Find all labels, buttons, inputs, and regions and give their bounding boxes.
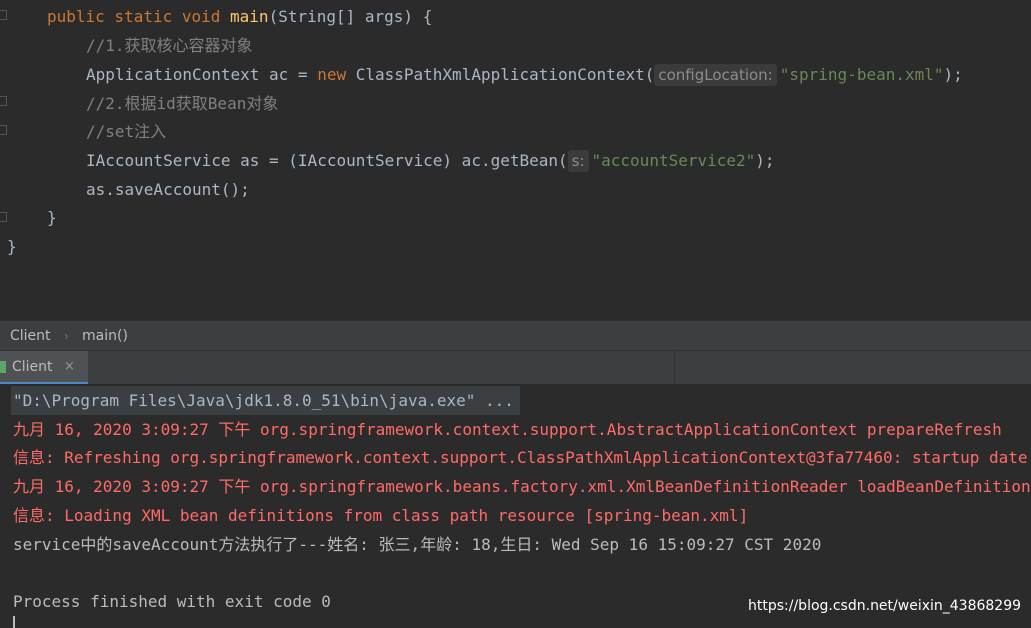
fold-marker-icon[interactable] (0, 96, 7, 106)
breadcrumb-method[interactable]: main() (82, 321, 128, 351)
run-tool-window-tabs: Client × (0, 350, 1031, 386)
parameter-hint: configLocation: (654, 64, 777, 86)
parameter-hint: s: (567, 150, 589, 172)
code-line: IAccountService as = (IAccountService) a… (86, 146, 775, 175)
code-token: (String[] args) { (268, 7, 433, 26)
watermark: https://blog.csdn.net/weixin_43868299 (748, 598, 1022, 614)
code-line: as.saveAccount(); (86, 180, 250, 199)
console-log-line: 九月 16, 2020 3:09:27 下午 org.springframewo… (13, 420, 1002, 439)
code-token: ClassPathXmlApplicationContext( (346, 65, 655, 84)
text-caret (13, 616, 15, 628)
code-line: public static void main(String[] args) { (47, 2, 432, 31)
console-exit-status: Process finished with exit code 0 (13, 592, 331, 611)
code-comment: //set注入 (86, 122, 167, 141)
code-line: ApplicationContext ac = new ClassPathXml… (86, 60, 963, 89)
keyword-token: new (317, 65, 347, 84)
code-comment: //1.获取核心容器对象 (86, 36, 253, 55)
run-config-icon (0, 361, 6, 373)
console-log-line: 信息: Loading XML bean definitions from cl… (13, 506, 749, 525)
close-icon[interactable]: × (64, 351, 75, 383)
breadcrumb: Client › main() (0, 320, 1031, 351)
code-line: } (7, 237, 17, 256)
code-token: IAccountService as = (IAccountService) a… (86, 151, 568, 170)
string-token: "spring-bean.xml" (779, 65, 944, 84)
breadcrumb-class[interactable]: Client (10, 321, 51, 351)
keyword-token: public static void (47, 7, 231, 26)
console-log-line: 九月 16, 2020 3:09:27 下午 org.springframewo… (13, 477, 1031, 496)
code-token: ); (755, 151, 775, 170)
code-token: ); (943, 65, 963, 84)
console-log-line: 信息: Refreshing org.springframework.conte… (13, 448, 1028, 467)
string-token: "accountService2" (591, 151, 756, 170)
code-token: ApplicationContext ac = (86, 65, 318, 84)
code-comment: //2.根据id获取Bean对象 (86, 94, 279, 113)
breadcrumb-separator-icon: › (64, 329, 69, 343)
console-program-output: service中的saveAccount方法执行了---姓名: 张三,年龄: 1… (13, 535, 822, 554)
method-name-token: main (230, 7, 269, 26)
code-line: } (47, 208, 57, 227)
tab-client[interactable]: Client × (0, 351, 88, 385)
fold-marker-icon[interactable] (0, 125, 7, 135)
fold-marker-icon[interactable] (0, 10, 7, 20)
console-command-line[interactable]: "D:\Program Files\Java\jdk1.8.0_51\bin\j… (11, 386, 520, 415)
tab-label: Client (12, 359, 53, 375)
code-editor[interactable]: public static void main(String[] args) {… (0, 0, 1031, 320)
divider (674, 351, 675, 385)
fold-marker-icon[interactable] (0, 212, 7, 222)
